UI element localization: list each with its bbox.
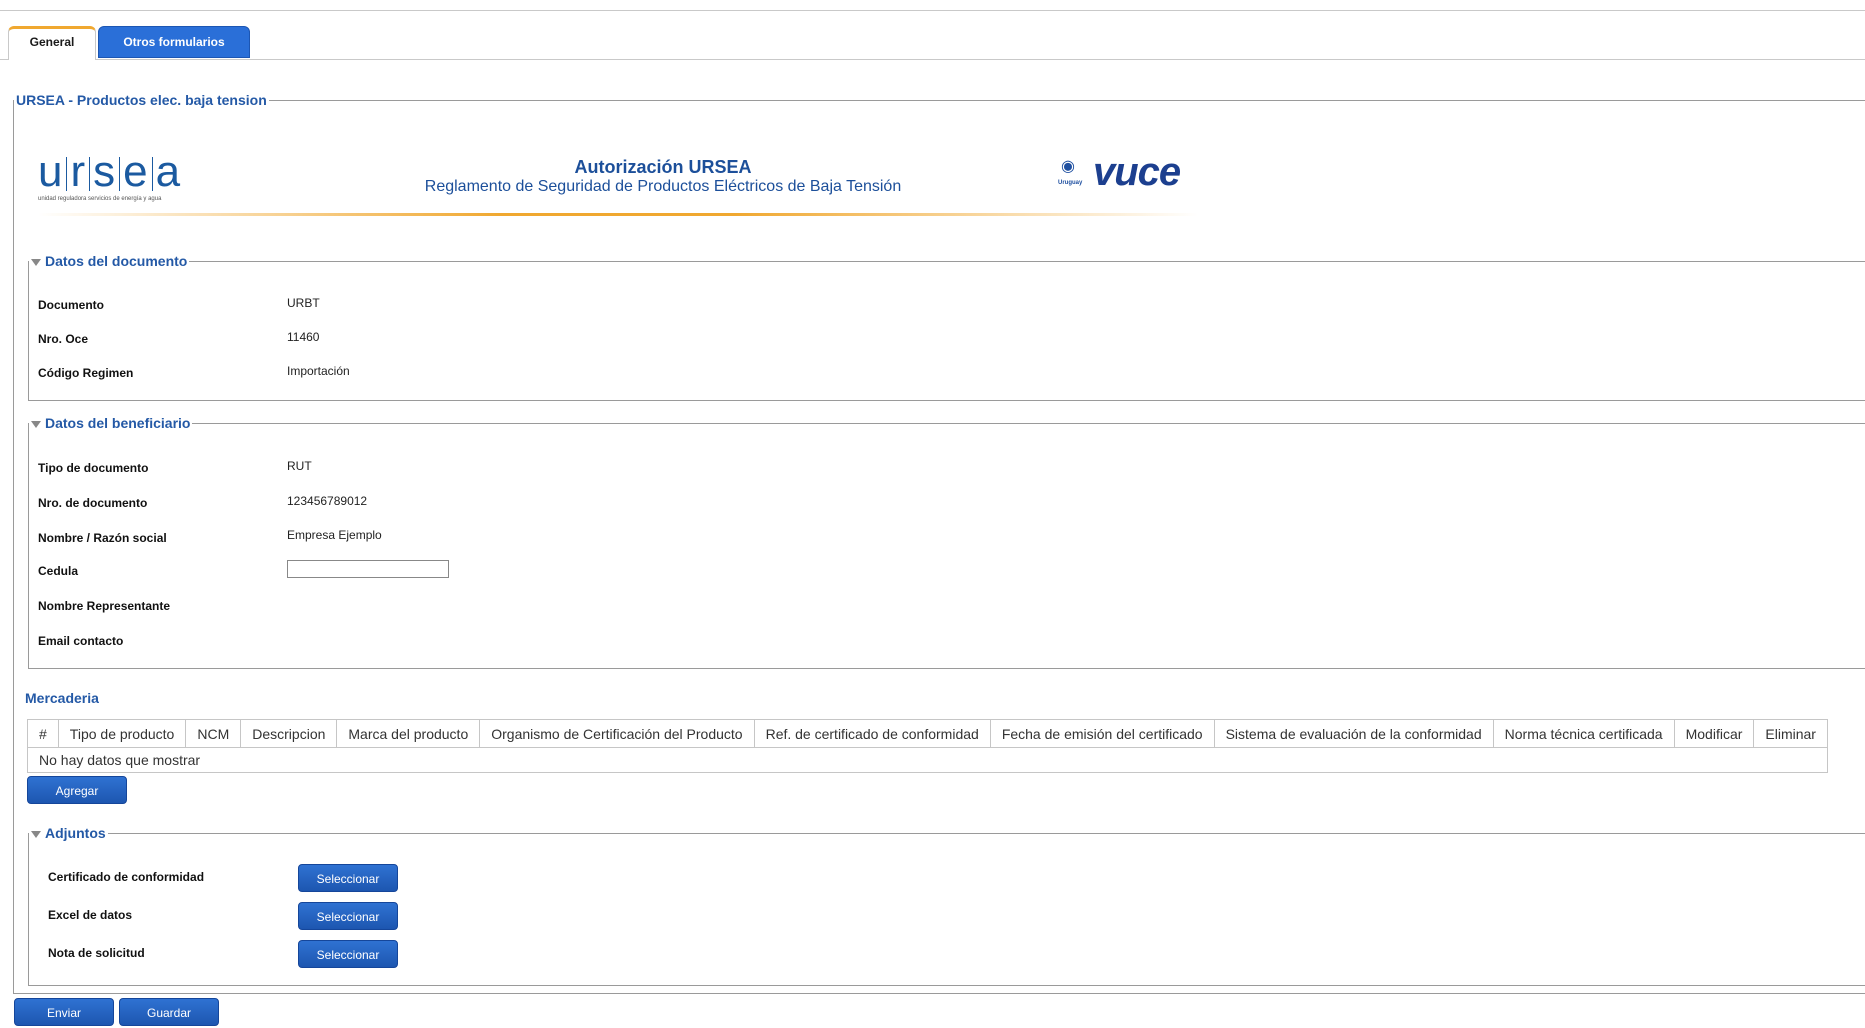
field-label-email-contacto: Email contacto — [38, 634, 124, 648]
collapse-triangle-icon — [31, 420, 41, 428]
column-header[interactable]: Organismo de Certificación del Producto — [479, 719, 755, 748]
tab-bar: General Otros formularios — [0, 26, 1865, 60]
header-banner: ursea unidad reguladora servicios de ene… — [38, 140, 1198, 220]
column-header[interactable]: Sistema de evaluación de la conformidad — [1213, 719, 1494, 748]
datos-beneficiario-fieldset: Datos del beneficiario — [28, 415, 1865, 669]
table-header-row: # Tipo de producto NCM Descripcion Marca… — [27, 719, 1828, 748]
column-header[interactable]: Eliminar — [1753, 719, 1828, 748]
collapse-triangle-icon — [31, 258, 41, 266]
vuce-country-label: Uruguay — [1058, 180, 1083, 186]
mercaderia-table-wrapper: # Tipo de producto NCM Descripcion Marca… — [27, 719, 1865, 774]
column-header[interactable]: Ref. de certificado de conformidad — [753, 719, 991, 748]
guardar-button[interactable]: Guardar — [119, 998, 219, 1026]
cedula-input[interactable] — [287, 560, 449, 578]
field-label-tipo-documento: Tipo de documento — [38, 461, 149, 475]
datos-documento-fieldset: Datos del documento — [28, 253, 1865, 401]
table-row: No hay datos que mostrar — [27, 747, 1828, 773]
datos-documento-legend[interactable]: Datos del documento — [29, 253, 189, 269]
mercaderia-table: # Tipo de producto NCM Descripcion Marca… — [27, 719, 1828, 773]
form-legend: URSEA - Productos elec. baja tension — [16, 92, 267, 108]
seleccionar-nota-button[interactable]: Seleccionar — [298, 940, 398, 968]
datos-beneficiario-legend[interactable]: Datos del beneficiario — [29, 415, 192, 431]
agregar-button[interactable]: Agregar — [27, 776, 127, 804]
column-header[interactable]: Descripcion — [240, 719, 338, 748]
page-subtitle: Reglamento de Seguridad de Productos Elé… — [424, 178, 902, 195]
column-header[interactable]: Marca del producto — [336, 719, 481, 748]
column-header[interactable]: NCM — [185, 719, 242, 748]
seleccionar-excel-button[interactable]: Seleccionar — [298, 902, 398, 930]
ursea-tagline: unidad reguladora servicios de energía y… — [38, 196, 162, 202]
column-header[interactable]: Tipo de producto — [57, 719, 187, 748]
vuce-logo-text: vuce — [1093, 150, 1181, 194]
field-label-codigo-regimen: Código Regimen — [38, 366, 134, 380]
mercaderia-title: Mercaderia — [25, 690, 99, 706]
empty-table-message: No hay datos que mostrar — [27, 747, 1828, 773]
seleccionar-certificado-button[interactable]: Seleccionar — [298, 864, 398, 892]
field-value-nro-oce: 11460 — [287, 330, 320, 344]
adjunto-label-certificado: Certificado de conformidad — [48, 870, 205, 884]
column-header[interactable]: Fecha de emisión del certificado — [989, 719, 1215, 748]
uruguay-shield-icon: ◉ — [1061, 158, 1075, 175]
top-divider — [0, 10, 1865, 11]
collapse-triangle-icon — [31, 830, 41, 838]
header-title-block: Autorización URSEA Reglamento de Segurid… — [368, 157, 958, 196]
vuce-logo: ◉ Uruguay vuce — [1058, 150, 1231, 200]
banner-divider — [38, 213, 1198, 216]
column-header[interactable]: Norma técnica certificada — [1492, 719, 1675, 748]
field-value-tipo-documento: RUT — [287, 459, 312, 473]
field-value-codigo-regimen: Importación — [287, 364, 350, 378]
adjunto-label-nota: Nota de solicitud — [48, 946, 145, 960]
field-value-razon-social: Empresa Ejemplo — [287, 528, 382, 542]
ursea-logo: ursea unidad reguladora servicios de ene… — [38, 150, 208, 210]
field-label-nombre-representante: Nombre Representante — [38, 599, 171, 613]
page-title: Autorización URSEA — [574, 157, 752, 177]
adjunto-label-excel: Excel de datos — [48, 908, 133, 922]
field-label-razon-social: Nombre / Razón social — [38, 531, 167, 545]
field-label-nro-documento: Nro. de documento — [38, 496, 148, 510]
adjuntos-legend[interactable]: Adjuntos — [29, 825, 108, 841]
column-header[interactable]: Modificar — [1673, 719, 1755, 748]
enviar-button[interactable]: Enviar — [14, 998, 114, 1026]
field-value-nro-documento: 123456789012 — [287, 494, 368, 508]
tab-general[interactable]: General — [8, 26, 96, 60]
field-label-cedula: Cedula — [38, 564, 79, 578]
field-value-documento: URBT — [287, 296, 320, 310]
column-header[interactable]: # — [27, 719, 59, 748]
field-label-nro-oce: Nro. Oce — [38, 332, 89, 346]
tab-otros-formularios[interactable]: Otros formularios — [98, 26, 250, 58]
field-label-documento: Documento — [38, 298, 104, 312]
